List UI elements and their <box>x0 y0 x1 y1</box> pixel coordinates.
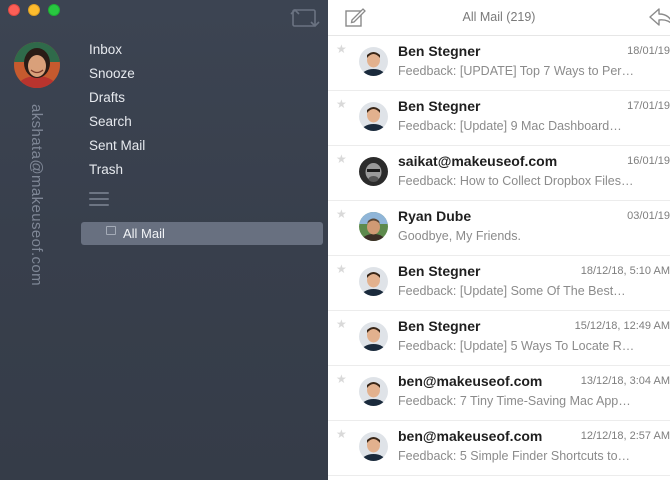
mail-date: 18/01/19 <box>627 45 670 57</box>
mail-sender: Ben Stegner <box>398 98 481 114</box>
user-avatar[interactable] <box>14 42 60 88</box>
mail-subject: Goodbye, My Friends. <box>398 229 521 243</box>
folder-title: All Mail (219) <box>462 10 536 24</box>
mail-sender: Ben Stegner <box>398 263 481 279</box>
mail-row[interactable]: ★ Ryan Dube 03/01/19 Goodbye, My Friends… <box>328 201 670 256</box>
reply-icon[interactable] <box>648 7 670 27</box>
mail-row[interactable]: ★ saikat@makeuseof.com 16/01/19 Feedback… <box>328 146 670 201</box>
minimize-window-button[interactable] <box>28 4 40 16</box>
sender-avatar <box>359 432 388 461</box>
nav-item-sent-mail[interactable]: Sent Mail <box>89 136 145 160</box>
mail-subject: Feedback: [Update] 9 Mac Dashboard… <box>398 119 622 133</box>
nav-item-search[interactable]: Search <box>89 112 145 136</box>
sender-avatar <box>359 102 388 131</box>
nav-item-snooze[interactable]: Snooze <box>89 64 145 88</box>
mail-row[interactable]: ★ Ben Stegner 15/12/18, 12:49 AM Feedbac… <box>328 311 670 366</box>
star-icon[interactable]: ★ <box>336 317 347 331</box>
mail-subject: Feedback: [Update] Some Of The Best… <box>398 284 626 298</box>
sender-avatar <box>359 212 388 241</box>
sender-avatar <box>359 47 388 76</box>
star-icon[interactable]: ★ <box>336 262 347 276</box>
mail-sender: Ben Stegner <box>398 318 481 334</box>
star-icon[interactable]: ★ <box>336 97 347 111</box>
mail-subject: Feedback: [UPDATE] Top 7 Ways to Per… <box>398 64 634 78</box>
account-email: akshata@makeuseof.com <box>28 104 45 287</box>
nav-item-trash[interactable]: Trash <box>89 160 145 184</box>
mail-sender: saikat@makeuseof.com <box>398 153 558 169</box>
mail-date: 16/01/19 <box>627 155 670 167</box>
mail-sender: Ryan Dube <box>398 208 472 224</box>
nav-item-all-mail[interactable]: All Mail <box>81 222 323 245</box>
mail-row[interactable]: ★ ben@makeuseof.com 13/12/18, 3:04 AM Fe… <box>328 366 670 421</box>
sender-avatar <box>359 377 388 406</box>
mail-row[interactable]: ★ ben@makeuseof.com 12/12/18, 2:57 AM Fe… <box>328 421 670 476</box>
mail-sender: Ben Stegner <box>398 43 481 59</box>
mail-date: 15/12/18, 12:49 AM <box>574 320 670 332</box>
mail-date: 18/12/18, 5:10 AM <box>580 265 670 277</box>
mail-date: 17/01/19 <box>627 100 670 112</box>
mail-date: 03/01/19 <box>627 210 670 222</box>
sender-avatar <box>359 322 388 351</box>
nav-item-label: All Mail <box>123 226 165 241</box>
sender-avatar <box>359 267 388 296</box>
star-icon[interactable]: ★ <box>336 372 347 386</box>
mail-row[interactable]: ★ Ben Stegner 17/01/19 Feedback: [Update… <box>328 91 670 146</box>
star-icon[interactable]: ★ <box>336 207 347 221</box>
maximize-window-button[interactable] <box>48 4 60 16</box>
toolbar: All Mail (219) <box>328 0 670 36</box>
mail-subject: Feedback: How to Collect Dropbox Files… <box>398 174 634 188</box>
window-controls <box>8 4 60 16</box>
sidebar: akshata@makeuseof.com Inbox Snooze Draft… <box>0 0 328 480</box>
mail-subject: Feedback: [Update] 5 Ways To Locate R… <box>398 339 635 353</box>
star-icon[interactable]: ★ <box>336 427 347 441</box>
mail-row[interactable]: ★ Ben Stegner 18/12/18, 5:10 AM Feedback… <box>328 256 670 311</box>
hamburger-menu-icon[interactable] <box>89 192 109 206</box>
mail-row[interactable]: ★ Ben Stegner 18/01/19 Feedback: [UPDATE… <box>328 36 670 91</box>
star-icon[interactable]: ★ <box>336 42 347 56</box>
mail-subject: Feedback: 7 Tiny Time-Saving Mac App… <box>398 394 631 408</box>
mail-sender: ben@makeuseof.com <box>398 373 543 389</box>
nav-item-drafts[interactable]: Drafts <box>89 88 145 112</box>
mail-date: 12/12/18, 2:57 AM <box>580 430 670 442</box>
folder-nav: Inbox Snooze Drafts Search Sent Mail Tra… <box>89 40 145 184</box>
mail-subject: Feedback: 5 Simple Finder Shortcuts to… <box>398 449 631 463</box>
sender-avatar <box>359 157 388 186</box>
folder-icon <box>106 226 116 235</box>
mail-panel: All Mail (219) ★ Ben Stegner 18/01/19 Fe… <box>328 0 670 480</box>
nav-item-inbox[interactable]: Inbox <box>89 40 145 64</box>
mail-sender: ben@makeuseof.com <box>398 428 543 444</box>
star-icon[interactable]: ★ <box>336 152 347 166</box>
close-window-button[interactable] <box>8 4 20 16</box>
mail-date: 13/12/18, 3:04 AM <box>580 375 670 387</box>
mail-list: ★ Ben Stegner 18/01/19 Feedback: [UPDATE… <box>328 36 670 476</box>
layout-toggle-icon[interactable] <box>290 6 320 30</box>
